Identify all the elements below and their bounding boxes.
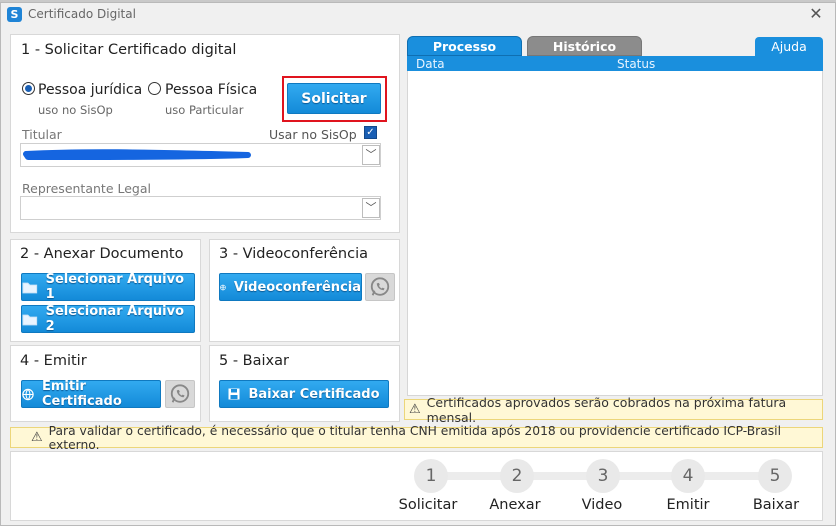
emitir-certificado-label: Emitir Certificado (41, 379, 122, 409)
tab-processo[interactable]: Processo (407, 36, 522, 56)
step-5-circle: 5 (758, 459, 792, 493)
cnh-warning-text: Para validar o certificado, é necessário… (48, 423, 781, 452)
step-1-circle: 1 (414, 459, 448, 493)
globe-icon (22, 388, 34, 400)
representante-label: Representante Legal (22, 181, 151, 196)
section-5-title: 5 - Baixar (219, 353, 289, 369)
selecionar-arquivo-2-button[interactable]: Selecionar Arquivo 2 (21, 304, 195, 334)
fatura-warning-text: Certificados aprovados serão cobrados na… (426, 394, 787, 425)
selecionar-arquivo-1-button[interactable]: Selecionar Arquivo 1 (21, 272, 195, 302)
step-3-label: Video (581, 497, 623, 513)
step-4-label: Emitir (666, 497, 710, 513)
tab-historico[interactable]: Histórico (527, 36, 642, 56)
step-3-circle: 3 (586, 459, 620, 493)
videoconferencia-label: Videoconferência (233, 279, 361, 295)
folder-icon (22, 282, 38, 293)
baixar-certificado-label: Baixar Certificado (248, 386, 380, 402)
radio-pessoa-fisica[interactable] (148, 82, 161, 95)
warning-icon: ⚠ (409, 402, 421, 417)
step-5-label: Baixar (752, 497, 800, 513)
step-2-circle: 2 (500, 459, 534, 493)
selecionar-arquivo-1-label: Selecionar Arquivo 1 (45, 272, 185, 302)
radio-pessoa-fisica-sub: uso Particular (165, 103, 244, 117)
window-title: Certificado Digital (28, 7, 136, 21)
app-logo-icon: S (7, 7, 22, 22)
process-grid (407, 56, 823, 396)
section-3-title: 3 - Videoconferência (219, 246, 369, 262)
radio-pessoa-juridica-label[interactable]: Pessoa jurídica (38, 82, 142, 98)
save-icon (228, 388, 240, 400)
close-icon[interactable]: ✕ (806, 4, 826, 24)
solicitar-button-label: Solicitar (301, 90, 367, 107)
videoconferencia-button[interactable]: Videoconferência (219, 273, 362, 301)
titular-dropdown-chevron-down-icon[interactable]: ﹀ (362, 145, 380, 165)
whatsapp-emitir-button[interactable] (165, 380, 195, 408)
representante-dropdown-chevron-down-icon[interactable]: ﹀ (362, 198, 380, 218)
radio-pessoa-juridica[interactable] (22, 82, 35, 95)
step-2-label: Anexar (489, 497, 541, 513)
section-2-title: 2 - Anexar Documento (20, 246, 184, 262)
warning-icon: ⚠ (31, 430, 43, 445)
solicitar-button[interactable]: Solicitar (287, 83, 381, 114)
whatsapp-video-button[interactable] (365, 273, 395, 301)
step-1-label: Solicitar (398, 497, 458, 513)
titular-label: Titular (22, 127, 62, 142)
folder-icon (22, 314, 38, 325)
section-4-title: 4 - Emitir (20, 353, 87, 369)
grid-col-data[interactable]: Data (416, 57, 445, 71)
usar-sisop-label: Usar no SisOp (269, 127, 357, 142)
radio-pessoa-juridica-sub: uso no SisOp (38, 103, 113, 117)
usar-sisop-checkbox[interactable]: ✓ (364, 126, 377, 139)
fatura-warning: ⚠ Certificados aprovados serão cobrados … (404, 395, 823, 425)
whatsapp-icon (170, 384, 190, 403)
section-1-title: 1 - Solicitar Certificado digital (21, 42, 237, 58)
ajuda-button[interactable]: Ajuda (755, 37, 823, 56)
cnh-warning: ⚠ Para validar o certificado, é necessár… (10, 424, 823, 452)
radio-pessoa-fisica-label[interactable]: Pessoa Física (165, 82, 257, 98)
redacted-scribble (23, 149, 251, 160)
representante-combo[interactable] (20, 196, 381, 220)
grid-header (407, 56, 823, 71)
selecionar-arquivo-2-label: Selecionar Arquivo 2 (45, 304, 185, 334)
grid-col-status[interactable]: Status (617, 57, 655, 71)
baixar-certificado-button[interactable]: Baixar Certificado (219, 380, 389, 408)
emitir-certificado-button[interactable]: Emitir Certificado (21, 379, 161, 409)
whatsapp-icon (370, 277, 390, 296)
globe-icon (220, 284, 226, 290)
step-4-circle: 4 (671, 459, 705, 493)
